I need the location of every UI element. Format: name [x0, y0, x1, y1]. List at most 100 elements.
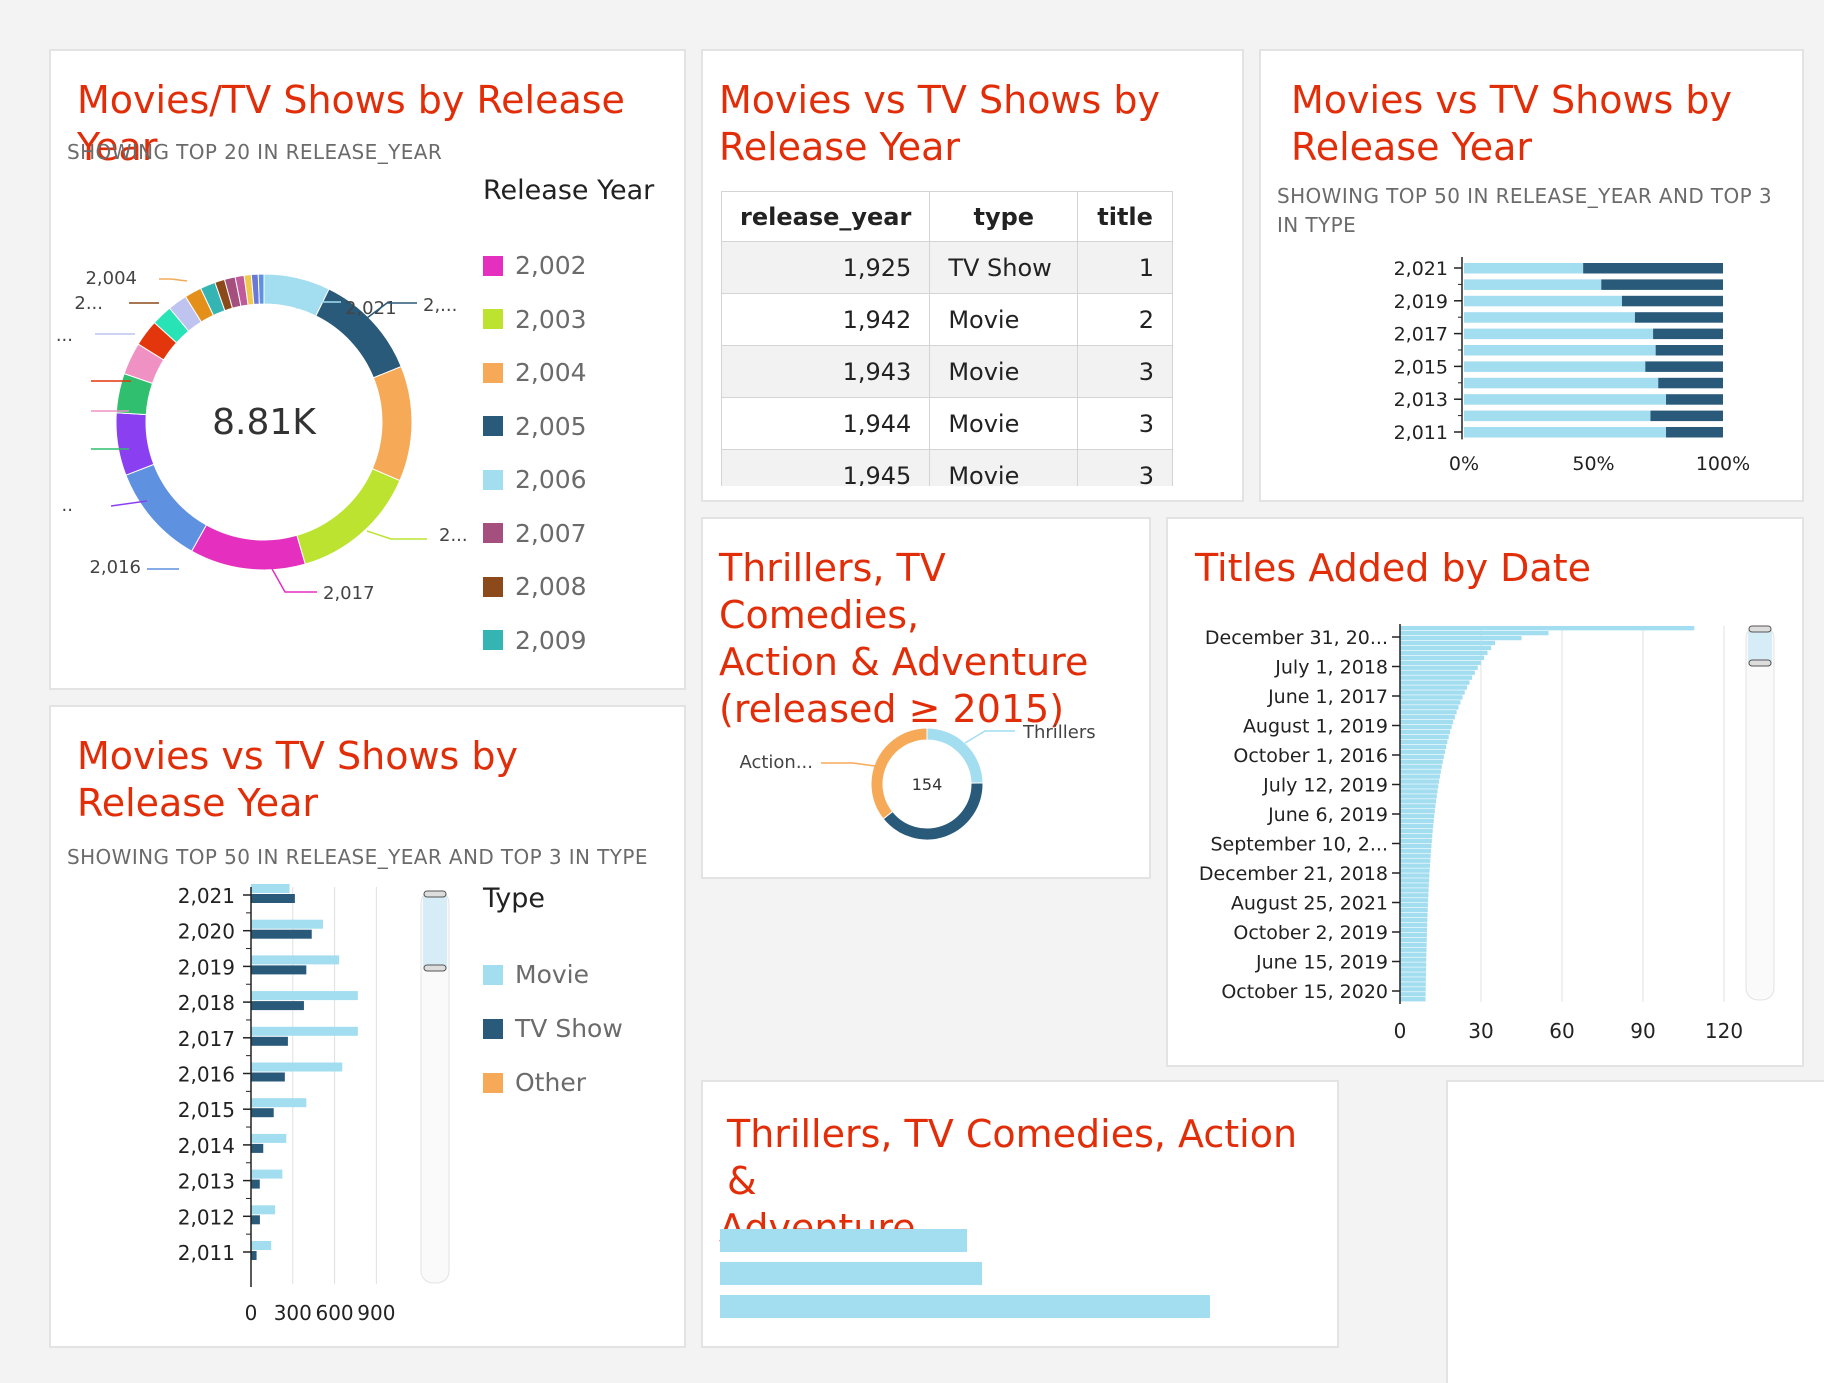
- genre-bar: [720, 1262, 982, 1285]
- table-row[interactable]: 1,942 Movie 2: [721, 293, 1173, 346]
- bar-date: [1400, 739, 1448, 745]
- legend-label: 2,005: [515, 411, 587, 441]
- bar-tv-show: [1658, 377, 1723, 389]
- legend-item[interactable]: 2,005: [483, 412, 587, 441]
- donut-slice-2018: [296, 468, 401, 565]
- y-tick-label: September 10, 2...: [1210, 834, 1388, 856]
- genre-bar-chart[interactable]: [703, 1082, 1339, 1348]
- bar-movie: [251, 1062, 343, 1072]
- bar-date: [1400, 650, 1488, 656]
- bar-date: [1400, 962, 1427, 967]
- bar-date: [1400, 685, 1468, 690]
- bar-tv-show: [1583, 263, 1723, 274]
- y-tick-label: June 15, 2019: [1255, 952, 1388, 974]
- legend-label: 2,006: [515, 465, 587, 494]
- bar-tv-show: [251, 1108, 274, 1118]
- donut-slice: [870, 727, 928, 820]
- titles-added-chart[interactable]: December 31, 20... July 1, 2018 June 1, 20…: [1168, 519, 1804, 1067]
- leader-line: [270, 566, 317, 593]
- bar-date: [1400, 744, 1447, 750]
- scrollbar-thumb: [423, 894, 447, 969]
- column-header-type[interactable]: type: [929, 191, 1079, 242]
- x-tick-label: 0: [1394, 1019, 1407, 1043]
- legend-label: 2,007: [515, 518, 587, 548]
- donut-slice-2017: [191, 524, 306, 571]
- genre-donut-card: Thrillers, TV Comedies, Action & Adventu…: [701, 517, 1151, 879]
- bar-date: [1400, 937, 1427, 943]
- genre-donut-chart[interactable]: 154 Thrillers Action...: [703, 519, 1151, 879]
- bar-movie: [251, 1169, 283, 1179]
- slice-label: 2...: [74, 293, 103, 314]
- y-tick-label: 2,016: [178, 1063, 235, 1087]
- bar-date: [1400, 804, 1436, 809]
- bar-tv-show: [1634, 312, 1723, 323]
- bar-date: [1400, 645, 1492, 651]
- table-row[interactable]: 1,944 Movie 3: [721, 397, 1173, 450]
- y-tick-label: August 1, 2019: [1243, 716, 1388, 738]
- table-cell: 3: [1077, 345, 1173, 398]
- bar-date: [1400, 720, 1454, 725]
- bar-movie: [1464, 263, 1584, 274]
- slice-label: 2,016: [89, 557, 141, 578]
- table-row[interactable]: 1,925 TV Show 1: [721, 241, 1173, 294]
- bar-date: [1400, 814, 1435, 819]
- slice-label: 2...: [439, 525, 468, 546]
- legend-label: 2,003: [515, 304, 587, 334]
- bar-date: [1400, 665, 1478, 670]
- legend-item[interactable]: 2,004: [483, 358, 587, 387]
- table-cell: Movie: [929, 397, 1079, 450]
- x-tick-label: 50%: [1572, 453, 1614, 475]
- bar-movie: [251, 1098, 307, 1108]
- legend-swatch: [483, 576, 503, 597]
- legend-item[interactable]: 2,002: [483, 251, 587, 280]
- donut-card: Movies/TV Shows by Release Year SHOWING …: [49, 49, 686, 690]
- stacked-percent-chart[interactable]: 2,021 2,019 2,017 2,015 2,013 2,0110% 50% 100%: [1261, 51, 1804, 502]
- leader-line: [964, 730, 1015, 744]
- table-row[interactable]: 1,943 Movie 3: [721, 345, 1173, 398]
- bar-date: [1400, 833, 1433, 839]
- table-cell: 3: [1077, 449, 1173, 486]
- legend-swatch: [483, 523, 503, 543]
- column-header-release_year[interactable]: release_year: [721, 191, 931, 242]
- column-header-title[interactable]: title: [1077, 191, 1173, 242]
- bar-tv-show: [1666, 427, 1723, 438]
- legend-item[interactable]: Other: [483, 1068, 586, 1097]
- bar-date: [1400, 997, 1426, 1002]
- y-tick-label: 2,019: [178, 955, 235, 979]
- bar-date: [1400, 878, 1430, 883]
- bar-date: [1400, 957, 1427, 962]
- bar-date: [1400, 626, 1695, 631]
- legend-item[interactable]: 2,008: [483, 572, 587, 601]
- bar-date: [1400, 630, 1549, 636]
- bar-tv-show: [251, 1001, 304, 1011]
- donut-chart[interactable]: 8.81K2,021 2,...2...2,0172,0162,0042.....…: [51, 51, 686, 690]
- table-viewport[interactable]: release_year type title 1,925 TV Show 1 1,942…: [721, 191, 1173, 486]
- bar-tv-show: [1653, 328, 1723, 340]
- bar-date: [1400, 710, 1457, 715]
- table-row[interactable]: 1,945 Movie 3: [721, 449, 1173, 486]
- bar-tv-show: [251, 1143, 264, 1153]
- slice-label: 2,004: [85, 268, 137, 289]
- bar-date: [1400, 675, 1473, 680]
- legend-label: 2,002: [515, 251, 587, 280]
- legend-item[interactable]: 2,007: [483, 519, 587, 548]
- stacked-bar-card: Movies vs TV Shows by Release Year SHOWI…: [1259, 49, 1804, 502]
- legend-item[interactable]: 2,006: [483, 465, 587, 494]
- table-cell: 1,945: [721, 449, 931, 486]
- bar-tv-show: [1645, 361, 1723, 372]
- bar-date: [1400, 774, 1440, 779]
- legend-item[interactable]: TV Show: [483, 1014, 623, 1043]
- donut-center-value: 8.81K: [212, 402, 317, 443]
- bar-date: [1400, 660, 1481, 665]
- x-tick-label: 300: [274, 1301, 312, 1325]
- genre-bar: [720, 1229, 967, 1252]
- table-cell: 2: [1077, 293, 1173, 346]
- legend-item[interactable]: 2,009: [483, 626, 587, 655]
- legend-swatch: [483, 416, 503, 436]
- legend-item[interactable]: 2,003: [483, 305, 587, 334]
- bar-date: [1400, 838, 1432, 844]
- legend-item[interactable]: Movie: [483, 960, 589, 989]
- bar-date: [1400, 977, 1426, 982]
- y-tick-label: October 1, 2016: [1233, 745, 1388, 767]
- y-tick-label: 2,013: [1394, 389, 1448, 411]
